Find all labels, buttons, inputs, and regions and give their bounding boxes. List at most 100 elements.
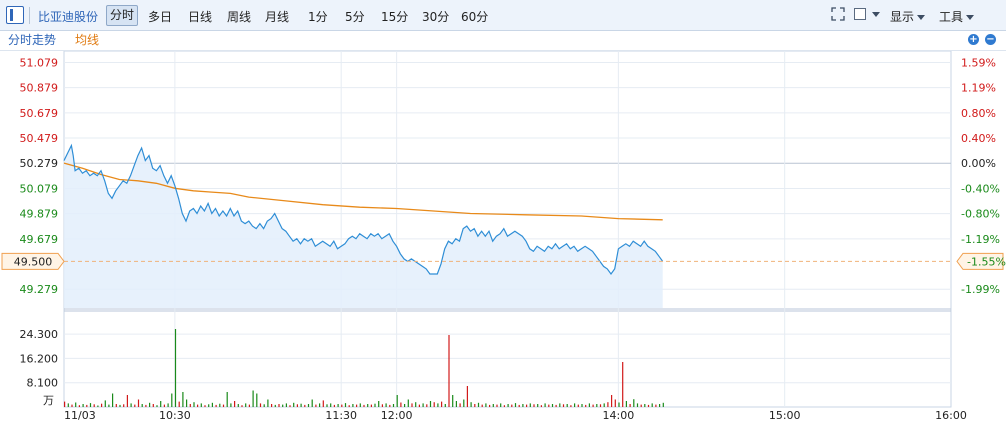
volume-bar bbox=[448, 335, 450, 407]
volume-bar bbox=[293, 402, 295, 407]
price-tick-label: 50.679 bbox=[20, 107, 59, 120]
time-tick-label: 10:30 bbox=[159, 409, 191, 422]
volume-bar bbox=[245, 403, 247, 407]
volume-bar bbox=[474, 404, 476, 407]
volume-bar bbox=[592, 404, 594, 407]
volume-bar bbox=[492, 404, 494, 407]
volume-bar bbox=[562, 404, 565, 407]
volume-bar bbox=[160, 401, 162, 407]
volume-bar bbox=[533, 404, 535, 407]
volume-bar bbox=[485, 403, 487, 407]
volume-bar bbox=[441, 401, 443, 407]
volume-bar bbox=[186, 399, 188, 407]
volume-bar bbox=[607, 402, 609, 407]
chevron-down-icon[interactable] bbox=[872, 12, 880, 17]
volume-bar bbox=[429, 401, 432, 407]
tab-fenshi[interactable]: 分时 bbox=[106, 5, 139, 26]
tab-15min[interactable]: 15分 bbox=[381, 8, 408, 25]
tab-1min[interactable]: 1分 bbox=[308, 8, 328, 25]
volume-bar bbox=[647, 404, 650, 407]
volume-bar bbox=[378, 401, 380, 407]
volume-bar bbox=[78, 405, 80, 407]
volume-bar bbox=[326, 404, 328, 407]
volume-bar bbox=[252, 390, 254, 407]
chevron-down-icon bbox=[917, 15, 926, 20]
volume-bar bbox=[455, 401, 457, 407]
volume-bar bbox=[208, 404, 210, 407]
tools-menu[interactable]: 工具 bbox=[939, 8, 975, 25]
volume-bar bbox=[500, 403, 502, 407]
time-tick-label: 16:00 bbox=[935, 409, 967, 422]
price-tick-label: 49.679 bbox=[20, 233, 59, 246]
volume-bar bbox=[555, 404, 557, 407]
fullscreen-icon[interactable] bbox=[831, 7, 845, 21]
volume-bar bbox=[156, 405, 158, 407]
volume-bar bbox=[629, 404, 631, 407]
tab-multi-day[interactable]: 多日 bbox=[148, 8, 172, 25]
volume-tick-label: 24.300 bbox=[20, 328, 59, 341]
volume-bar bbox=[396, 395, 398, 407]
volume-bar bbox=[348, 405, 350, 407]
volume-bar bbox=[141, 404, 143, 407]
time-tick-label: 14:00 bbox=[603, 409, 635, 422]
price-tick-label: 50.879 bbox=[20, 82, 59, 95]
display-menu[interactable]: 显示 bbox=[890, 8, 926, 25]
volume-bar bbox=[551, 404, 554, 407]
volume-bar bbox=[71, 404, 73, 407]
remove-indicator-icon[interactable]: − bbox=[985, 34, 996, 45]
volume-bar bbox=[374, 403, 376, 407]
volume-bar bbox=[101, 403, 103, 407]
tab-monthly[interactable]: 月线 bbox=[265, 8, 289, 25]
chart-style-icon[interactable] bbox=[854, 8, 866, 20]
volume-bar bbox=[304, 404, 306, 407]
volume-bar bbox=[64, 401, 66, 407]
volume-bar bbox=[289, 405, 291, 407]
volume-bar bbox=[93, 404, 95, 407]
volume-bar bbox=[511, 404, 513, 407]
volume-bar bbox=[315, 404, 317, 407]
volume-bar bbox=[278, 404, 280, 407]
tab-60min[interactable]: 60分 bbox=[461, 8, 488, 25]
volume-bar bbox=[577, 404, 579, 407]
volume-bar bbox=[570, 405, 572, 407]
volume-bar bbox=[404, 404, 406, 407]
volume-bar bbox=[200, 403, 202, 407]
volume-bar bbox=[123, 404, 125, 407]
volume-bar bbox=[651, 403, 653, 407]
volume-bar bbox=[463, 399, 465, 407]
volume-bar bbox=[385, 403, 387, 407]
volume-bar bbox=[112, 393, 114, 407]
volume-bar bbox=[130, 403, 132, 407]
volume-bar bbox=[222, 404, 225, 407]
volume-bar bbox=[267, 399, 269, 407]
pct-tick-label: 0.80% bbox=[961, 107, 996, 120]
add-indicator-icon[interactable]: + bbox=[968, 34, 979, 45]
sidebar-toggle-icon[interactable] bbox=[6, 6, 24, 24]
price-tick-label: 50.279 bbox=[20, 157, 59, 170]
volume-bar bbox=[400, 402, 402, 407]
tab-5min[interactable]: 5分 bbox=[345, 8, 365, 25]
volume-bar bbox=[659, 404, 661, 407]
stock-name[interactable]: 比亚迪股份 bbox=[38, 8, 98, 25]
volume-bar bbox=[367, 404, 369, 407]
toolbar-divider bbox=[29, 7, 30, 24]
tab-30min[interactable]: 30分 bbox=[422, 8, 449, 25]
volume-bar bbox=[296, 404, 298, 407]
volume-bar bbox=[97, 405, 99, 407]
volume-bar bbox=[585, 404, 587, 407]
volume-bar bbox=[152, 404, 154, 407]
volume-bar bbox=[178, 401, 180, 407]
volume-bar bbox=[171, 393, 173, 407]
volume-bars bbox=[64, 329, 664, 407]
price-tick-label: 49.879 bbox=[20, 208, 59, 221]
volume-bar bbox=[352, 404, 354, 407]
volume-bar bbox=[489, 404, 491, 407]
volume-bar bbox=[322, 400, 324, 407]
volume-bar bbox=[596, 404, 598, 407]
volume-bar bbox=[119, 404, 121, 407]
time-tick-label: 11:30 bbox=[325, 409, 357, 422]
volume-bar bbox=[89, 403, 92, 407]
tab-weekly[interactable]: 周线 bbox=[227, 8, 251, 25]
volume-bar bbox=[337, 404, 339, 407]
tab-daily[interactable]: 日线 bbox=[188, 8, 212, 25]
